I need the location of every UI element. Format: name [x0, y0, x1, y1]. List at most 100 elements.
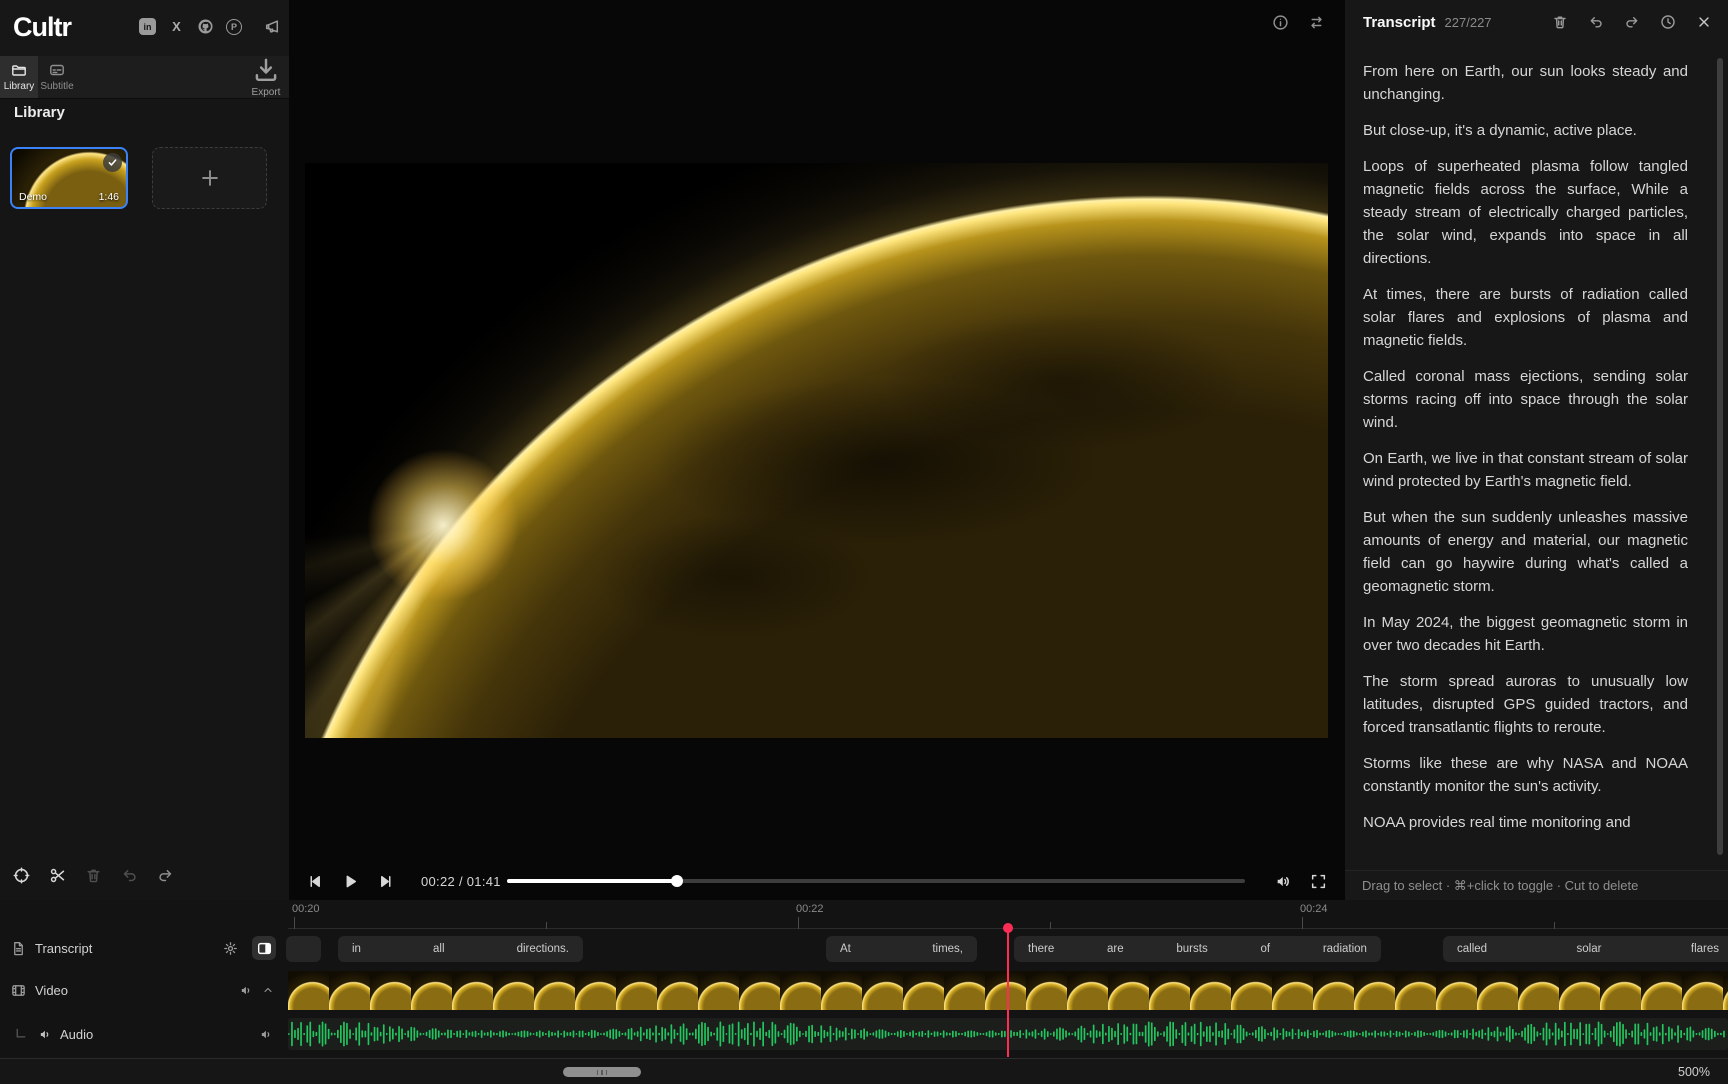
video-track-label: Video: [35, 983, 68, 998]
nest-corner-icon: [13, 1027, 28, 1042]
transcript-hint: Drag to select · ⌘+click to toggle · Cut…: [1362, 878, 1638, 894]
ruler-label: 00:20: [292, 903, 320, 915]
transcript-paragraph[interactable]: NOAA provides real time monitoring and: [1363, 811, 1688, 834]
video-mute-button[interactable]: [239, 983, 254, 998]
word-chip[interactable]: flares: [1691, 943, 1719, 955]
add-media-button[interactable]: [152, 147, 267, 209]
word-chip[interactable]: directions.: [517, 943, 569, 955]
transcript-paragraph[interactable]: But when the sun suddenly unleashes mass…: [1363, 506, 1688, 598]
word-chip[interactable]: there: [1028, 943, 1054, 955]
x-icon[interactable]: X: [168, 18, 185, 35]
transcript-paragraph[interactable]: From here on Earth, our sun looks steady…: [1363, 60, 1688, 106]
progress-knob[interactable]: [671, 875, 683, 887]
track-headers: Transcript Video: [0, 900, 288, 1058]
trash-icon: [85, 867, 102, 884]
audio-speaker-icon: [38, 1027, 53, 1042]
chevron-up-icon: [262, 984, 274, 996]
transcript-paragraph[interactable]: At times, there are bursts of radiation …: [1363, 283, 1688, 352]
plus-icon: [199, 167, 221, 189]
preview-top-icons: [1272, 14, 1325, 31]
progress-bar[interactable]: [507, 879, 1245, 883]
redo-button[interactable]: [154, 864, 176, 886]
playhead[interactable]: [1007, 926, 1009, 1057]
skip-back-button[interactable]: [305, 871, 325, 891]
collapse-video-button[interactable]: [262, 984, 274, 996]
video-preview[interactable]: [305, 163, 1328, 738]
undo-icon[interactable]: [1588, 14, 1604, 30]
megaphone-icon[interactable]: [264, 18, 281, 35]
tab-subtitle-label: Subtitle: [40, 81, 73, 92]
word-chip-group[interactable]: in all directions.: [338, 936, 583, 962]
tab-library[interactable]: Library: [0, 56, 38, 98]
fullscreen-button[interactable]: [1308, 871, 1328, 891]
word-chip[interactable]: are: [1107, 943, 1124, 955]
word-chip-group[interactable]: there are bursts of radiation: [1014, 936, 1381, 962]
audio-track-label: Audio: [60, 1027, 93, 1042]
trash-icon[interactable]: [1552, 14, 1568, 30]
transcript-paragraph[interactable]: Called coronal mass ejections, sending s…: [1363, 365, 1688, 434]
word-chip[interactable]: in: [352, 943, 361, 955]
audio-mute-button[interactable]: [259, 1027, 274, 1042]
history-icon[interactable]: [1660, 14, 1676, 30]
word-chip-group[interactable]: [286, 936, 321, 962]
horizontal-scrollbar[interactable]: [563, 1067, 641, 1077]
word-chip[interactable]: all: [433, 943, 445, 955]
word-chip[interactable]: radiation: [1323, 943, 1367, 955]
export-button[interactable]: Export: [243, 56, 289, 98]
ruler-label: 00:22: [796, 903, 824, 915]
word-chip-group[interactable]: At times,: [826, 936, 977, 962]
word-chip[interactable]: times,: [932, 943, 963, 955]
transcript-track-label: Transcript: [35, 941, 92, 956]
top-bar: Cultr in X P: [0, 0, 289, 56]
cut-button[interactable]: [46, 864, 68, 886]
word-chip[interactable]: called: [1457, 943, 1487, 955]
clip-duration: 1:46: [99, 191, 119, 203]
word-chip[interactable]: solar: [1577, 943, 1602, 955]
transcript-panel: Transcript 227/227 From here on Earth, o…: [1345, 0, 1728, 900]
producthunt-icon[interactable]: P: [226, 19, 242, 35]
transcript-paragraph[interactable]: On Earth, we live in that constant strea…: [1363, 447, 1688, 493]
transcript-paragraph[interactable]: Loops of superheated plasma follow tangl…: [1363, 155, 1688, 270]
word-chip[interactable]: At: [840, 943, 851, 955]
word-chip[interactable]: of: [1260, 943, 1270, 955]
transcript-paragraph[interactable]: The storm spread auroras to unusually lo…: [1363, 670, 1688, 739]
transcript-paragraph[interactable]: In May 2024, the biggest geomagnetic sto…: [1363, 611, 1688, 657]
library-clip-demo[interactable]: Demo 1:46: [10, 147, 128, 209]
github-icon[interactable]: [197, 18, 214, 35]
transcript-paragraph[interactable]: Storms like these are why NASA and NOAA …: [1363, 752, 1688, 798]
tab-subtitle[interactable]: Subtitle: [38, 56, 76, 98]
transcript-title: Transcript: [1363, 14, 1436, 31]
undo-button[interactable]: [118, 864, 140, 886]
play-button[interactable]: [340, 871, 360, 891]
locate-playhead-button[interactable]: [10, 864, 32, 886]
download-icon: [252, 56, 280, 84]
linkedin-icon[interactable]: in: [139, 18, 156, 35]
transcript-header-icons: [1552, 14, 1712, 30]
app-logo: Cultr: [13, 12, 71, 43]
volume-button[interactable]: [1273, 871, 1293, 891]
film-icon: [11, 983, 26, 998]
swap-icon[interactable]: [1308, 14, 1325, 31]
track-header-audio: Audio: [0, 1020, 288, 1048]
word-chip-group[interactable]: called solar flares: [1443, 936, 1728, 962]
delete-button[interactable]: [82, 864, 104, 886]
transcript-settings-button[interactable]: [223, 941, 238, 956]
tab-library-label: Library: [4, 81, 35, 92]
ruler-tick: [294, 917, 295, 929]
toggle-panel-button[interactable]: [252, 936, 276, 960]
time-display: 00:22 / 01:41: [421, 874, 501, 889]
info-icon[interactable]: [1272, 14, 1289, 31]
clip-name: Demo: [19, 191, 47, 203]
transcript-scrollbar[interactable]: [1717, 58, 1723, 855]
transcript-body[interactable]: From here on Earth, our sun looks steady…: [1345, 44, 1728, 870]
word-chip[interactable]: bursts: [1176, 943, 1207, 955]
subtitle-icon: [49, 62, 65, 78]
transcript-header: Transcript 227/227: [1345, 0, 1728, 44]
close-icon[interactable]: [1696, 14, 1712, 30]
skip-forward-button[interactable]: [375, 871, 395, 891]
speaker-icon: [239, 983, 254, 998]
transcript-paragraph[interactable]: But close-up, it's a dynamic, active pla…: [1363, 119, 1688, 142]
redo-icon[interactable]: [1624, 14, 1640, 30]
transcript-count: 227/227: [1445, 15, 1492, 30]
columns-icon: [257, 941, 272, 956]
